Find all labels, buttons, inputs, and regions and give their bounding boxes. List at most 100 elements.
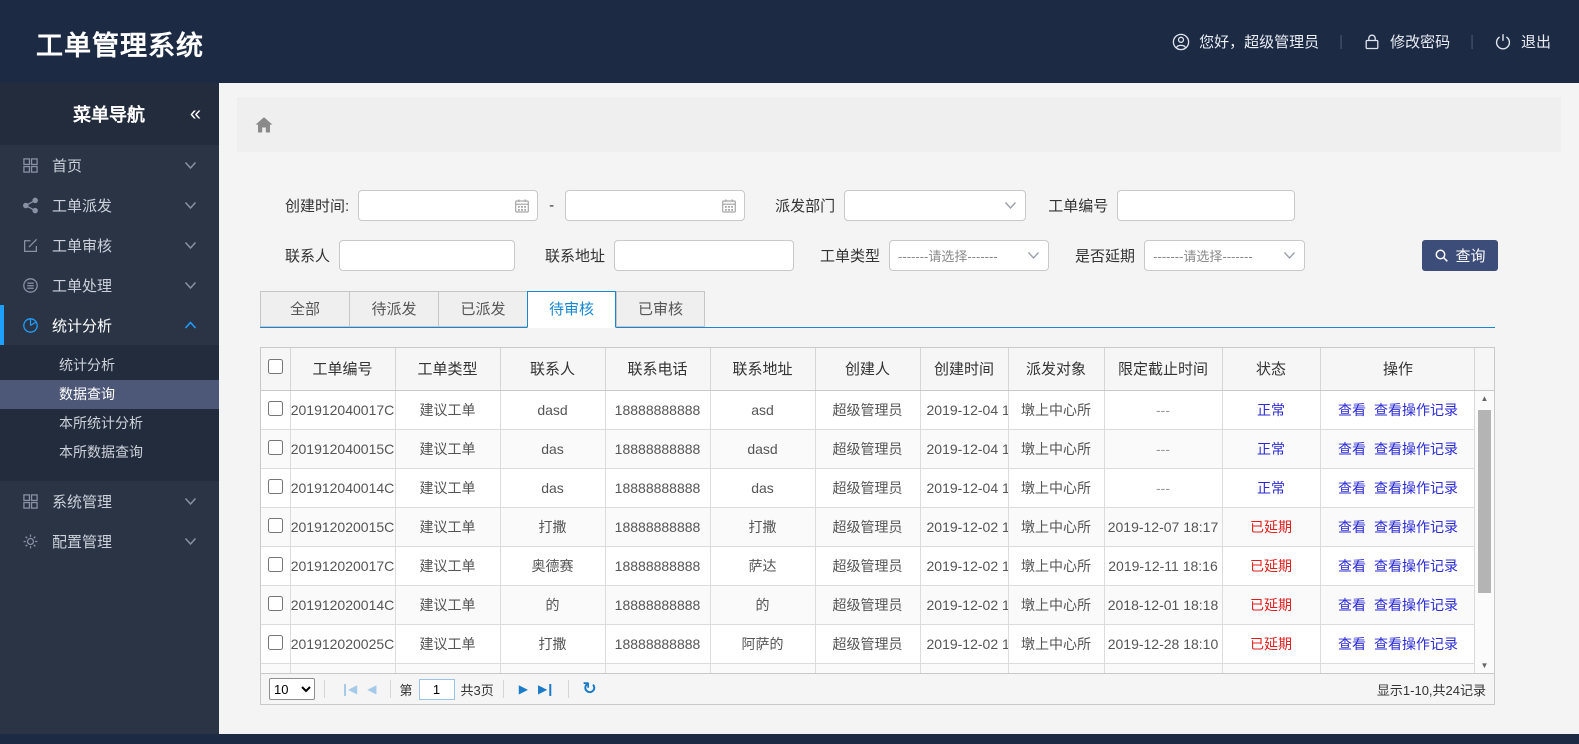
cell-actions: 查看 查看操作记录 — [1320, 468, 1477, 508]
page-label-prefix: 第 — [399, 682, 413, 698]
sidebar-item-6[interactable]: 配置管理 — [0, 521, 219, 561]
sidebar-item-label: 系统管理 — [52, 493, 113, 511]
view-log-link[interactable]: 查看操作记录 — [1374, 441, 1458, 457]
change-password-button[interactable]: 修改密码 — [1363, 31, 1450, 52]
scrollbar-thumb[interactable] — [1478, 410, 1491, 593]
column-header[interactable]: 创建人 — [815, 348, 921, 391]
column-header[interactable]: 操作 — [1320, 348, 1477, 391]
row-checkbox[interactable] — [268, 674, 283, 675]
tab-1[interactable]: 待派发 — [349, 291, 438, 327]
query-button[interactable]: 查询 — [1422, 240, 1498, 271]
row-checkbox[interactable] — [267, 517, 283, 533]
chevron-up-icon — [184, 320, 197, 330]
view-link[interactable]: 查看 — [1338, 597, 1366, 613]
view-link[interactable]: 查看 — [1338, 480, 1366, 496]
logout-label: 退出 — [1520, 34, 1551, 51]
select-all-checkbox[interactable] — [267, 359, 283, 375]
select-all-cell — [261, 348, 291, 391]
create-time-label: 创建时间: — [285, 198, 350, 215]
lock-icon — [1363, 33, 1381, 51]
cell-phone: 18888888888 — [605, 585, 711, 625]
sidebar-item-3[interactable]: 工单处理 — [0, 265, 219, 305]
sidebar-subitem-1[interactable]: 数据查询 — [0, 380, 219, 409]
cell-actions: 查看 查看操作记录 — [1320, 585, 1477, 625]
cell-dispatch-to: 墩上中心所 — [1008, 429, 1105, 469]
column-header[interactable]: 限定截止时间 — [1104, 348, 1223, 391]
prev-page-button[interactable]: ◀ — [367, 682, 376, 696]
column-header[interactable]: 工单类型 — [395, 348, 501, 391]
scroll-up-arrow[interactable]: ▲ — [1475, 394, 1494, 403]
sidebar-subitem-0[interactable]: 统计分析 — [0, 351, 219, 380]
view-log-link[interactable]: 查看操作记录 — [1374, 558, 1458, 574]
home-icon[interactable] — [254, 116, 274, 134]
order-no-field — [1117, 190, 1296, 221]
table-row: 201912040014C 建议工单 das 18888888888 das 超级管理员 2… — [261, 468, 1477, 508]
sidebar-item-0[interactable]: 首页 — [0, 145, 219, 185]
current-page-input[interactable] — [418, 678, 455, 700]
pie-chart-icon — [22, 317, 39, 334]
row-checkbox[interactable] — [267, 556, 283, 572]
tab-3[interactable]: 待审核 — [527, 291, 616, 328]
view-log-link[interactable]: 查看操作记录 — [1374, 597, 1458, 613]
row-checkbox[interactable] — [267, 634, 283, 650]
create-time-end-input[interactable] — [566, 191, 745, 220]
column-header[interactable]: 工单编号 — [290, 348, 396, 391]
column-header[interactable]: 联系人 — [500, 348, 606, 391]
cell-dispatch-to: 墩上中心所 — [1008, 468, 1105, 508]
row-checkbox[interactable] — [267, 595, 283, 611]
cell-create-time: 2019-12-04 15 — [920, 468, 1009, 508]
cell-create-time: 2019-12-02 17 — [920, 624, 1009, 664]
view-link[interactable]: 查看 — [1338, 441, 1366, 457]
cell-actions: 查看 查看操作记录 — [1320, 624, 1477, 664]
row-checkbox[interactable] — [267, 439, 283, 455]
column-header[interactable]: 派发对象 — [1008, 348, 1105, 391]
cell-create-time: 2019-12-04 15 — [920, 429, 1009, 469]
tab-4[interactable]: 已审核 — [616, 291, 705, 327]
refresh-icon[interactable]: ↻ — [582, 679, 596, 699]
sidebar-item-2[interactable]: 工单审核 — [0, 225, 219, 265]
view-link[interactable]: 查看 — [1338, 519, 1366, 535]
dispatch-dept-select[interactable] — [844, 190, 1027, 221]
next-page-button[interactable]: ▶ — [519, 682, 528, 696]
tab-0[interactable]: 全部 — [260, 291, 349, 327]
column-header[interactable]: 状态 — [1222, 348, 1321, 391]
first-page-button[interactable]: ❙◀ — [340, 682, 357, 696]
view-link[interactable]: 查看 — [1338, 402, 1366, 418]
view-log-link[interactable]: 查看操作记录 — [1374, 402, 1458, 418]
user-greeting[interactable]: 您好，超级管理员 — [1172, 31, 1319, 52]
row-checkbox[interactable] — [267, 400, 283, 416]
column-header[interactable]: 联系电话 — [605, 348, 711, 391]
sidebar-item-4[interactable]: 统计分析 — [0, 305, 219, 345]
sidebar-collapse-icon[interactable]: « — [190, 103, 201, 126]
sidebar-subitem-3[interactable]: 本所数据查询 — [0, 438, 219, 467]
cell-order-type: 建议工单 — [395, 507, 501, 547]
order-type-select[interactable]: -------请选择------- — [889, 240, 1050, 271]
sidebar-item-label: 工单审核 — [52, 237, 113, 255]
column-header[interactable]: 创建时间 — [920, 348, 1009, 391]
view-log-link[interactable]: 查看操作记录 — [1374, 480, 1458, 496]
page-size-select[interactable]: 10 — [269, 678, 315, 700]
logout-button[interactable]: 退出 — [1494, 31, 1551, 52]
table-scrollbar[interactable]: ▲ ▼ — [1474, 391, 1494, 673]
last-page-button[interactable]: ▶❙ — [538, 682, 555, 696]
view-log-link[interactable]: 查看操作记录 — [1374, 519, 1458, 535]
sidebar-item-1[interactable]: 工单派发 — [0, 185, 219, 225]
cell-address: das — [710, 468, 816, 508]
cell-deadline: --- — [1104, 429, 1223, 469]
view-log-link[interactable]: 查看操作记录 — [1374, 636, 1458, 652]
address-input[interactable] — [615, 241, 794, 270]
sidebar-subitem-2[interactable]: 本所统计分析 — [0, 409, 219, 438]
contact-input[interactable] — [340, 241, 515, 270]
create-time-start-input[interactable] — [359, 191, 538, 220]
view-link[interactable]: 查看 — [1338, 558, 1366, 574]
tab-2[interactable]: 已派发 — [438, 291, 527, 327]
delay-label: 是否延期 — [1075, 248, 1136, 265]
row-checkbox[interactable] — [267, 478, 283, 494]
sidebar-item-5[interactable]: 系统管理 — [0, 481, 219, 521]
scroll-down-arrow[interactable]: ▼ — [1475, 661, 1494, 670]
view-link[interactable]: 查看 — [1338, 636, 1366, 652]
order-no-input[interactable] — [1118, 191, 1295, 220]
chevron-down-icon — [1283, 251, 1296, 260]
delay-select[interactable]: -------请选择------- — [1144, 240, 1306, 271]
column-header[interactable]: 联系地址 — [710, 348, 816, 391]
